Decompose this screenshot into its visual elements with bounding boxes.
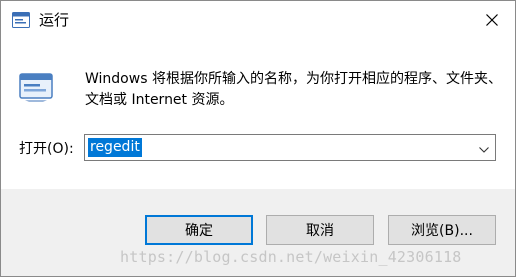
dropdown-button[interactable] (473, 135, 495, 160)
open-combobox[interactable]: regedit (84, 134, 496, 161)
chevron-down-icon (479, 138, 489, 157)
close-button[interactable] (469, 1, 515, 39)
run-app-icon (12, 12, 30, 28)
watermark-text: https://blog.csdn.net/weixin_42306118 (120, 248, 462, 266)
run-dialog: 运行 Windows 将根据你所输入的名称，为你打开相应的程序、文件夹、文档或 … (0, 0, 516, 277)
ok-button[interactable]: 确定 (145, 215, 253, 245)
dialog-body: Windows 将根据你所输入的名称，为你打开相应的程序、文件夹、文档或 Int… (1, 39, 515, 189)
run-program-icon (19, 73, 53, 103)
open-label: 打开(O): (19, 141, 74, 157)
window-title: 运行 (39, 11, 70, 29)
title-bar[interactable]: 运行 (1, 1, 515, 39)
description-text: Windows 将根据你所输入的名称，为你打开相应的程序、文件夹、文档或 Int… (85, 71, 502, 108)
close-icon (486, 11, 498, 30)
browse-button[interactable]: 浏览(B)... (388, 215, 496, 245)
cancel-button[interactable]: 取消 (266, 215, 374, 245)
open-input[interactable]: regedit (88, 138, 142, 157)
